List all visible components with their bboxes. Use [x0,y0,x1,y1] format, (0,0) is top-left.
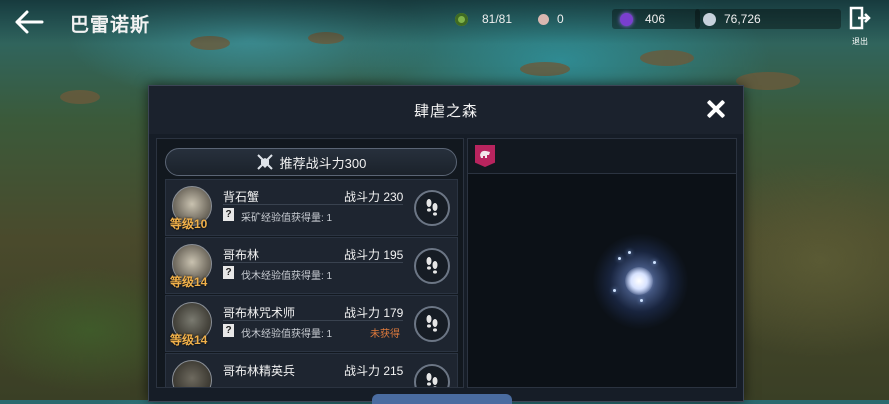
track-button[interactable] [414,248,450,284]
stamina-value: 81/81 [482,12,513,26]
track-button[interactable] [414,306,450,342]
top-bar: 巴雷诺斯 81/81 0 406 76,726 退出 [0,0,889,46]
monster-exp: 伐木经验值获得量: 1 [241,271,333,282]
monster-power: 战斗力 179 [344,306,404,320]
crystal-value: 406 [645,12,666,26]
stamina-resource: 81/81 [455,11,512,27]
unknown-item-icon: ? [223,208,234,221]
monster-row[interactable]: 哥布林精英兵 战斗力 215 [165,353,458,387]
preview-header [468,139,736,174]
pearl-resource: 0 [538,11,564,27]
sparkle [618,257,621,260]
monster-power: 战斗力 195 [344,248,404,262]
stamina-icon [455,12,468,26]
monster-row[interactable]: 等级14 哥布林 战斗力 195 ? 伐木经验值获得量: 1 [165,237,458,294]
footprints-icon [426,199,438,216]
row-divider [223,204,403,205]
monster-row[interactable]: 等级14 哥布林咒术师 战斗力 179 ? 伐木经验值获得量: 1 未获得 [165,295,458,352]
back-button[interactable] [14,8,44,36]
monster-name: 哥布林咒术师 [223,306,296,320]
row-divider [223,262,403,263]
monster-row[interactable]: 等级10 背石蟹 战斗力 230 ? 采矿经验值获得量: 1 [165,179,458,236]
close-button[interactable] [705,98,727,120]
monster-level: 等级14 [170,333,208,347]
track-button[interactable] [414,364,450,387]
monster-exp: 伐木经验值获得量: 1 [241,329,333,340]
monster-avatar [172,360,212,387]
footprints-icon [426,315,438,332]
monster-status: 未获得 [370,329,400,340]
silver-value: 76,726 [724,12,761,26]
unknown-item-icon: ? [223,266,234,279]
pearl-icon [538,13,549,25]
sparkle [653,261,656,264]
monster-level: 等级10 [170,217,208,231]
map-island [60,90,100,104]
unknown-item-icon: ? [223,324,234,337]
monster-power: 战斗力 215 [344,364,404,378]
monster-exp: 采矿经验值获得量: 1 [241,213,333,224]
crystal-resource: 406 [612,9,700,29]
map-island [640,50,694,66]
sparkle [613,289,616,292]
monster-name: 背石蟹 [223,190,260,204]
monster-level: 等级14 [170,275,208,289]
recommended-power-button[interactable]: 推荐战斗力300 [165,148,457,176]
crystal-icon [620,12,633,26]
map-island [736,72,800,90]
monster-power: 战斗力 230 [344,190,404,204]
footprints-icon [426,257,438,274]
track-button[interactable] [414,190,450,226]
area-dialog: 肆虐之森 推荐战斗力300 等级10 背石蟹 战斗力 230 ? 采矿经验值获得… [148,85,744,402]
dialog-title: 肆虐之森 [413,103,478,120]
exit-button[interactable]: 退出 [845,6,875,46]
boar-icon [480,150,490,158]
boar-badge-icon[interactable] [475,145,495,167]
sparkle [640,299,643,302]
back-arrow-icon [15,10,44,34]
monster-name: 哥布林 [223,248,260,262]
monster-name: 哥布林精英兵 [223,364,296,378]
map-island [520,62,570,76]
silver-icon [703,12,716,26]
exit-label: 退出 [852,37,868,46]
silver-resource: 76,726 [695,9,841,29]
sparkle [628,251,631,254]
map-title: 巴雷诺斯 [70,15,151,36]
exit-door-icon [849,6,871,30]
monster-list-panel: 推荐战斗力300 等级10 背石蟹 战斗力 230 ? 采矿经验值获得量: 1 … [156,138,464,388]
monster-preview-panel [467,138,737,388]
row-divider [223,320,403,321]
bottom-action-button[interactable] [372,394,512,404]
recommended-power-label: 推荐战斗力300 [279,155,367,171]
dialog-header: 肆虐之森 [149,86,743,134]
spawn-orb-core [625,267,653,295]
crossed-swords-shield-icon [256,154,273,170]
pearl-value: 0 [557,12,564,26]
footprints-icon [426,373,438,387]
